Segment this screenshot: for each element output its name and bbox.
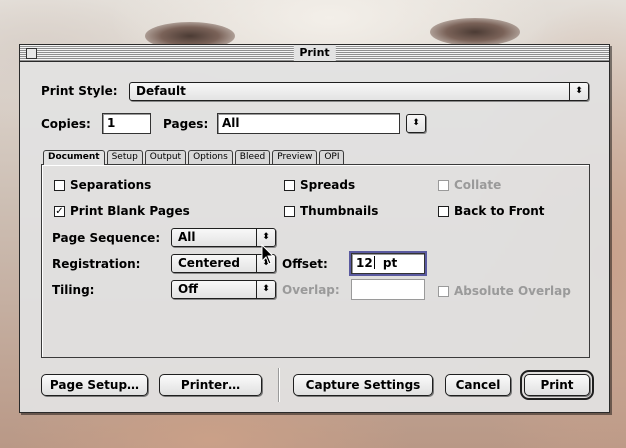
page-sequence-value: All xyxy=(178,230,196,244)
print-dialog: Print Print Style: Default ⬍ Copies: 1 P… xyxy=(19,44,610,413)
tab-options[interactable]: Options xyxy=(188,150,233,164)
tab-document[interactable]: Document xyxy=(43,150,105,165)
print-style-label: Print Style: xyxy=(41,84,118,98)
offset-field[interactable]: 12 pt xyxy=(349,251,427,276)
title-bar[interactable]: Print xyxy=(20,45,609,62)
copies-field[interactable]: 1 xyxy=(102,113,151,134)
registration-value: Centered xyxy=(178,256,241,270)
thumbnails-checkbox[interactable]: Thumbnails xyxy=(284,203,378,219)
thumbnails-label: Thumbnails xyxy=(300,204,379,218)
collate-checkbox[interactable]: Collate xyxy=(438,177,501,193)
offset-unit: pt xyxy=(382,256,398,270)
window-title: Print xyxy=(293,45,336,61)
absolute-overlap-checkbox[interactable]: Absolute Overlap xyxy=(438,283,571,299)
print-blank-pages-checkbox[interactable]: ✓ Print Blank Pages xyxy=(54,203,190,219)
capture-settings-button[interactable]: Capture Settings xyxy=(293,374,433,396)
checkbox-box xyxy=(54,179,65,191)
button-separator xyxy=(278,368,279,402)
tab-preview[interactable]: Preview xyxy=(272,150,318,164)
page-sequence-label: Page Sequence: xyxy=(52,231,161,245)
copies-label: Copies: xyxy=(41,117,91,131)
tab-opi[interactable]: OPI xyxy=(319,150,345,164)
checkbox-box xyxy=(438,205,449,217)
back-to-front-checkbox[interactable]: Back to Front xyxy=(438,203,545,219)
print-button[interactable]: Print xyxy=(520,370,594,400)
tab-output[interactable]: Output xyxy=(144,150,187,164)
checkbox-box xyxy=(438,285,449,297)
desktop-background: Print Print Style: Default ⬍ Copies: 1 P… xyxy=(0,0,626,448)
checkbox-box xyxy=(284,205,295,217)
pages-popup-button[interactable]: ⬍ xyxy=(406,114,426,133)
checkbox-box xyxy=(284,179,295,191)
cancel-button[interactable]: Cancel xyxy=(445,374,511,396)
print-style-value: Default xyxy=(136,84,186,98)
back-to-front-label: Back to Front xyxy=(454,204,545,218)
text-caret xyxy=(373,256,375,269)
overlap-label: Overlap: xyxy=(282,283,340,297)
separations-checkbox[interactable]: Separations xyxy=(54,177,151,193)
page-setup-button[interactable]: Page Setup… xyxy=(41,374,148,396)
absolute-overlap-label: Absolute Overlap xyxy=(454,284,571,298)
registration-label: Registration: xyxy=(52,257,141,271)
tab-setup[interactable]: Setup xyxy=(106,150,143,164)
checkbox-box xyxy=(438,179,449,191)
spreads-checkbox[interactable]: Spreads xyxy=(284,177,355,193)
tiling-popup[interactable]: Off ⬍ xyxy=(171,280,276,299)
print-blank-pages-label: Print Blank Pages xyxy=(70,204,190,218)
separations-label: Separations xyxy=(70,178,152,192)
tiling-label: Tiling: xyxy=(52,283,95,297)
popup-arrows-icon: ⬍ xyxy=(256,281,275,298)
offset-value: 12 xyxy=(356,256,373,270)
overlap-field[interactable] xyxy=(351,279,425,300)
printer-button[interactable]: Printer… xyxy=(159,374,262,396)
popup-arrows-icon: ⬍ xyxy=(412,118,420,128)
spreads-label: Spreads xyxy=(300,178,356,192)
background-photo-eye-right xyxy=(430,18,520,46)
check-mark-icon: ✓ xyxy=(54,205,65,217)
mouse-pointer-icon xyxy=(261,244,275,265)
close-box-icon[interactable] xyxy=(26,48,37,59)
print-style-popup[interactable]: Default ⬍ xyxy=(129,82,589,101)
pages-field[interactable]: All xyxy=(217,113,400,134)
offset-label: Offset: xyxy=(282,257,328,271)
tab-bleed[interactable]: Bleed xyxy=(234,150,271,164)
popup-arrows-icon: ⬍ xyxy=(569,83,588,100)
pages-label: Pages: xyxy=(163,117,209,131)
tiling-value: Off xyxy=(178,282,198,296)
tab-bar: Document Setup Output Options Bleed Prev… xyxy=(43,150,346,165)
collate-label: Collate xyxy=(454,178,502,192)
